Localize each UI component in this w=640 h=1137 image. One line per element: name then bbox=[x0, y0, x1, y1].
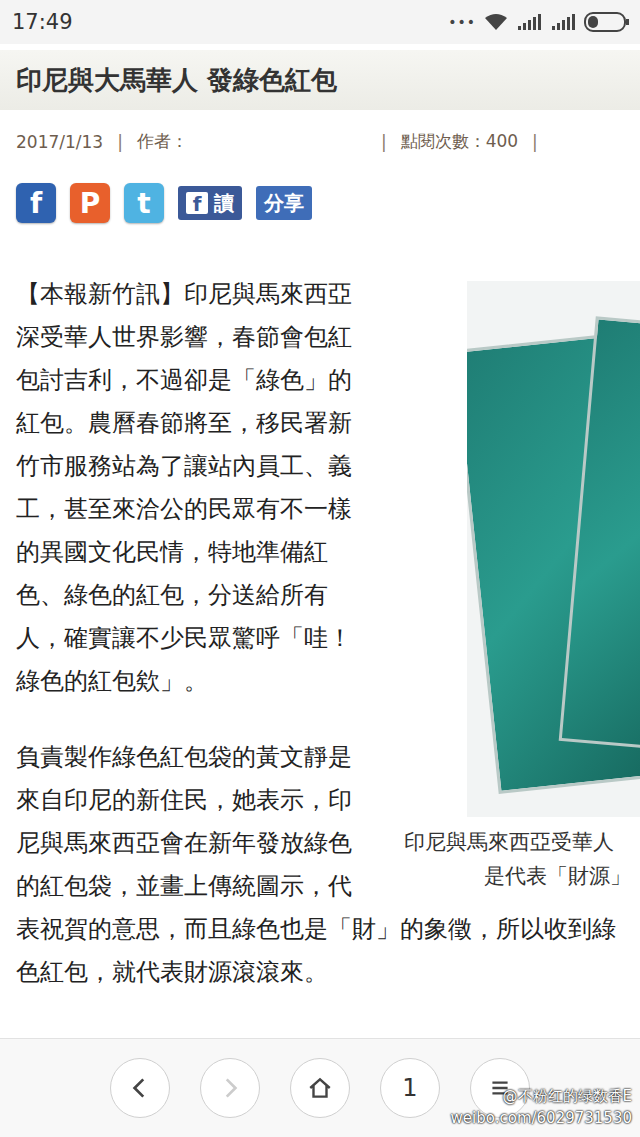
share-icon[interactable]: t bbox=[124, 183, 164, 223]
watermark-line: @不粉红的绿数香E bbox=[451, 1085, 632, 1107]
home-button[interactable] bbox=[290, 1058, 350, 1118]
tabs-button[interactable]: 1 bbox=[380, 1058, 440, 1118]
article-date: 2017/1/13 bbox=[16, 132, 103, 152]
forward-arrow-icon bbox=[217, 1075, 243, 1101]
share-label: 讀 bbox=[214, 190, 234, 217]
home-icon bbox=[307, 1075, 333, 1101]
signal-icon bbox=[516, 13, 542, 31]
article-figure: 印尼與馬來西亞受華人是代表「財源」 bbox=[404, 281, 640, 893]
article-views: 點閱次數：400 bbox=[401, 130, 518, 153]
article-meta: 2017/1/13 | 作者： | 點閱次數：400 | bbox=[0, 110, 640, 153]
title-bar: 印尼與大馬華人 發綠色紅包 bbox=[0, 50, 640, 110]
separator: | bbox=[117, 132, 123, 152]
share-label: 分享 bbox=[264, 190, 304, 217]
article-title: 印尼與大馬華人 發綠色紅包 bbox=[16, 60, 624, 100]
wifi-icon bbox=[484, 13, 508, 31]
photo-caption: 印尼與馬來西亞受華人是代表「財源」 bbox=[404, 817, 640, 893]
share-row: fPtf讀分享 bbox=[0, 153, 640, 223]
screen: 17:49 ••• 印尼與大馬華人 發綠色紅包 2017/1/13 | 作者： | 點閱次數：… bbox=[0, 0, 640, 1137]
share-icon[interactable]: P bbox=[70, 183, 110, 223]
share-button[interactable]: f讀 bbox=[178, 186, 242, 220]
watermark-line: weibo.com/6029731530 bbox=[451, 1107, 632, 1129]
status-icons: ••• bbox=[448, 12, 630, 32]
notification-dots: ••• bbox=[448, 14, 476, 30]
share-button[interactable]: 分享 bbox=[256, 186, 312, 220]
tab-count: 1 bbox=[402, 1074, 417, 1102]
signal-icon bbox=[550, 13, 576, 31]
share-icon[interactable]: f bbox=[16, 183, 56, 223]
status-bar: 17:49 ••• bbox=[0, 0, 640, 44]
caption-line: 是代表「財源」 bbox=[404, 859, 640, 893]
watermark: @不粉红的绿数香Eweibo.com/6029731530 bbox=[451, 1085, 632, 1129]
back-button[interactable] bbox=[110, 1058, 170, 1118]
back-arrow-icon bbox=[127, 1075, 153, 1101]
status-time: 17:49 bbox=[12, 10, 73, 34]
article-author: 作者： bbox=[137, 130, 367, 153]
separator: | bbox=[532, 132, 538, 152]
battery-icon bbox=[584, 12, 630, 32]
separator: | bbox=[381, 132, 387, 152]
browser-nav-bar: 1 @不粉红的绿数香Eweibo.com/6029731530 bbox=[0, 1038, 640, 1137]
article-photo bbox=[467, 281, 640, 817]
caption-line: 印尼與馬來西亞受華人 bbox=[404, 825, 640, 859]
facebook-icon: f bbox=[186, 192, 208, 214]
article-body: 印尼與馬來西亞受華人是代表「財源」【本報新竹訊】印尼與馬來西亞深受華人世界影響，… bbox=[0, 223, 640, 994]
forward-button bbox=[200, 1058, 260, 1118]
